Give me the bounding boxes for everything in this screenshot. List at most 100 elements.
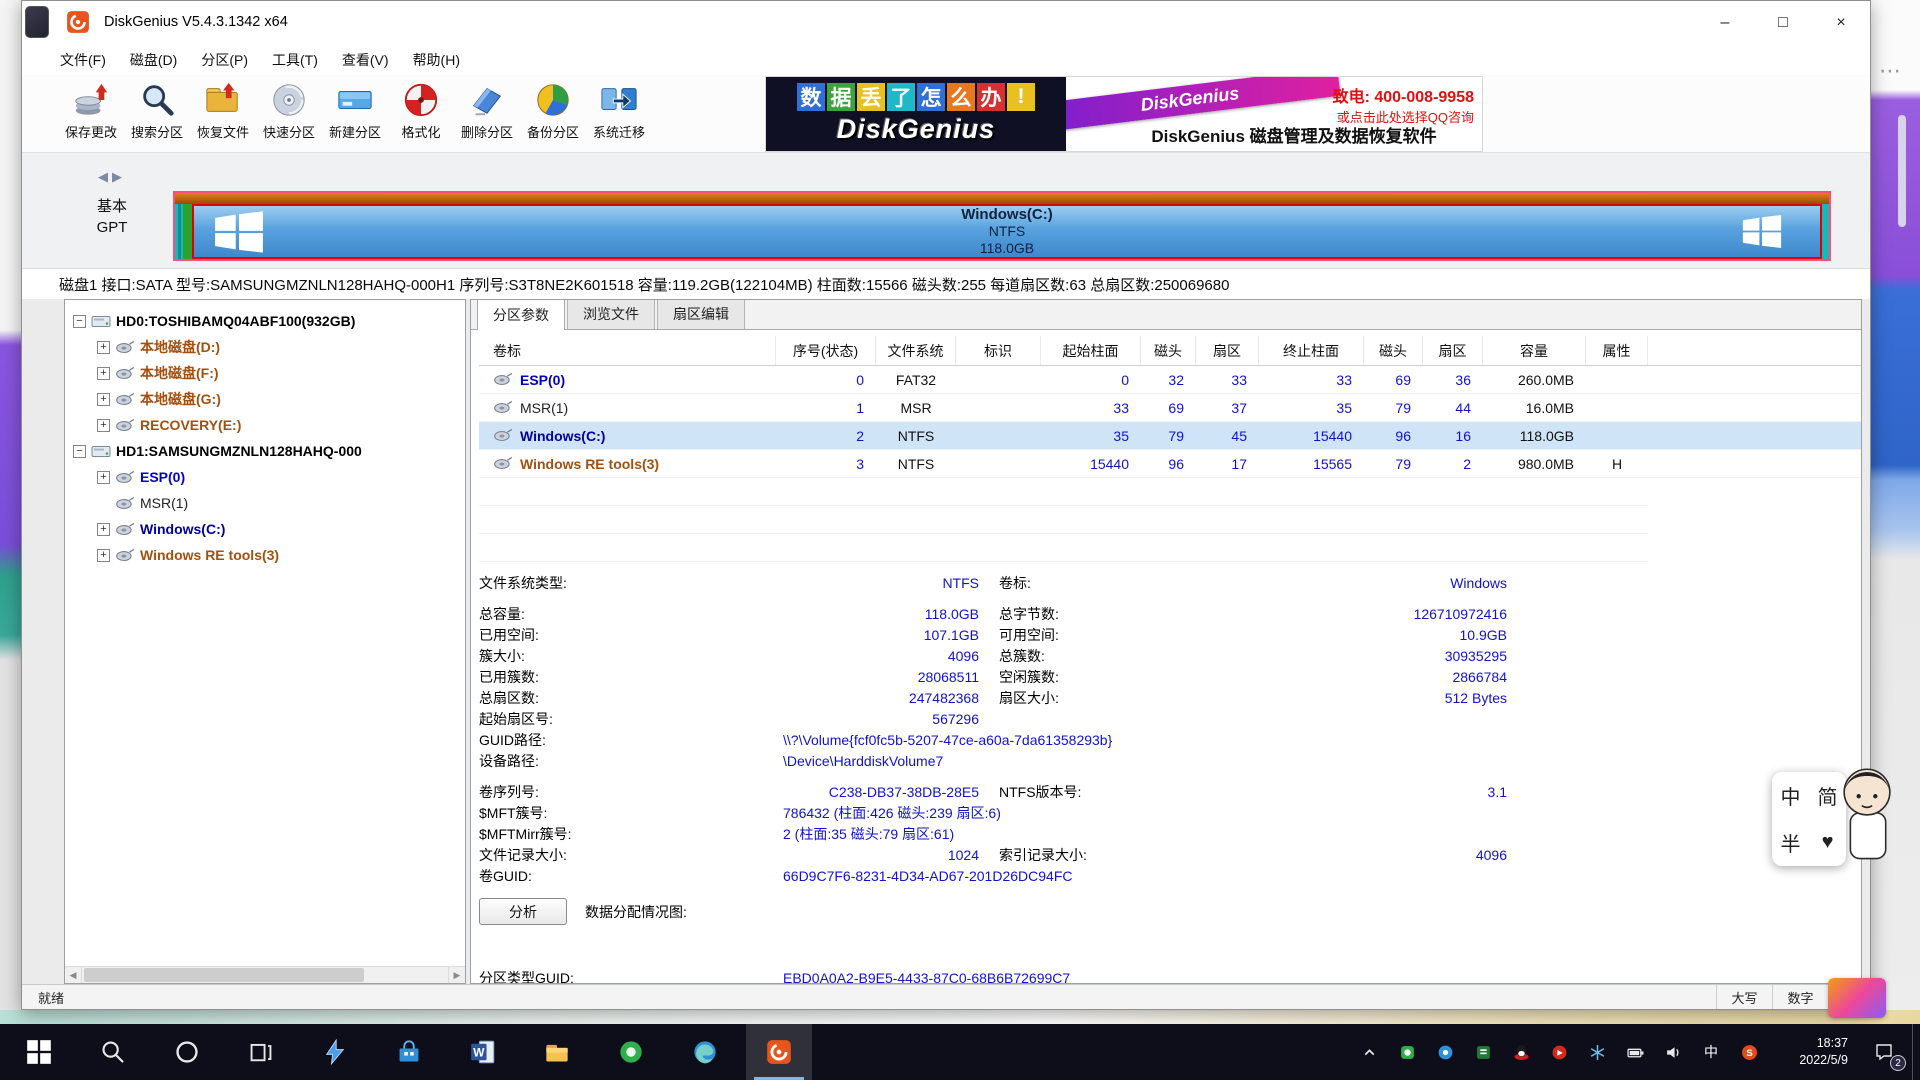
column-header[interactable]: 终止柱面 xyxy=(1259,336,1364,365)
thunder-app[interactable] xyxy=(302,1024,368,1080)
tray-qq-app[interactable] xyxy=(1502,1024,1540,1080)
table-row[interactable]: ESP(0)0FAT3203233336936260.0MB xyxy=(479,366,1861,394)
ime-heart-icon[interactable]: ♥ xyxy=(1822,831,1834,854)
cell-ss: 33 xyxy=(1196,366,1259,393)
tree-horizontal-scrollbar[interactable]: ◀▶ xyxy=(65,966,465,983)
minimize-button[interactable]: – xyxy=(1696,1,1754,45)
tree-item-0[interactable]: −HD0:TOSHIBAMQ04ABF100(932GB) xyxy=(65,308,465,334)
column-header[interactable]: 卷标 xyxy=(479,336,776,365)
menu-item-file[interactable]: 文件(F) xyxy=(48,46,118,74)
expand-icon[interactable]: + xyxy=(97,549,110,562)
tree-item-9[interactable]: +Windows RE tools(3) xyxy=(65,542,465,568)
ime-status-widget[interactable]: 中 简 半 ♥ xyxy=(1772,772,1846,866)
tree-item-7[interactable]: MSR(1) xyxy=(65,490,465,516)
expand-icon[interactable]: + xyxy=(97,471,110,484)
table-row[interactable]: MSR(1)1MSR33693735794416.0MB xyxy=(479,394,1861,422)
expand-icon[interactable]: + xyxy=(97,367,110,380)
start-button[interactable] xyxy=(6,1024,72,1080)
cortana-button[interactable] xyxy=(154,1024,220,1080)
toolbar-recover-files-button[interactable]: 恢复文件 xyxy=(190,75,256,151)
toolbar-quick-partition-button[interactable]: 快速分区 xyxy=(256,75,322,151)
edge-app[interactable] xyxy=(672,1024,738,1080)
word-app[interactable]: W xyxy=(450,1024,516,1080)
table-row[interactable]: Windows(C:)2NTFS357945154409616118.0GB xyxy=(479,422,1861,450)
tray-battery-indicator[interactable] xyxy=(1616,1024,1654,1080)
scrollbar-thumb[interactable] xyxy=(84,968,364,982)
toolbar-format-button[interactable]: 格式化 xyxy=(388,75,454,151)
collapse-icon[interactable]: − xyxy=(73,445,86,458)
tab-sector-edit[interactable]: 扇区编辑 xyxy=(657,299,745,329)
ime-charset-indicator[interactable]: 简 xyxy=(1818,781,1838,810)
tray-notes-app[interactable] xyxy=(1464,1024,1502,1080)
column-header[interactable]: 序号(状态) xyxy=(776,336,876,365)
file-explorer-app[interactable] xyxy=(524,1024,590,1080)
notification-center-button[interactable]: 2 xyxy=(1856,1024,1912,1080)
menu-item-partition[interactable]: 分区(P) xyxy=(189,46,260,74)
expand-icon[interactable]: + xyxy=(97,341,110,354)
expand-icon[interactable]: + xyxy=(97,523,110,536)
tree-item-4[interactable]: +RECOVERY(E:) xyxy=(65,412,465,438)
menu-item-view[interactable]: 查看(V) xyxy=(330,46,401,74)
toolbar-search-partition-button[interactable]: 搜索分区 xyxy=(124,75,190,151)
toolbar-save-changes-button[interactable]: 保存更改 xyxy=(58,75,124,151)
tray-expand-button[interactable] xyxy=(1350,1024,1388,1080)
analyze-button[interactable]: 分析 xyxy=(479,898,567,925)
column-header[interactable]: 扇区 xyxy=(1423,336,1483,365)
partition-block-msr[interactable] xyxy=(183,204,192,259)
collapse-icon[interactable]: − xyxy=(73,315,86,328)
column-header[interactable]: 文件系统 xyxy=(876,336,956,365)
partition-block-esp[interactable] xyxy=(175,204,183,259)
tree-item-8[interactable]: +Windows(C:) xyxy=(65,516,465,542)
tree-item-1[interactable]: +本地磁盘(D:) xyxy=(65,334,465,360)
tab-browse-files[interactable]: 浏览文件 xyxy=(567,299,655,329)
menu-item-disk[interactable]: 磁盘(D) xyxy=(118,46,189,74)
column-header[interactable]: 标识 xyxy=(956,336,1041,365)
expand-icon[interactable]: + xyxy=(97,393,110,406)
tray-sogou-app[interactable]: S xyxy=(1730,1024,1768,1080)
ime-lang-indicator[interactable]: 中 xyxy=(1781,781,1801,810)
tray-cold-app[interactable] xyxy=(1578,1024,1616,1080)
green-app[interactable] xyxy=(598,1024,664,1080)
ad-banner[interactable]: 数据丢了怎么办! DiskGenius DiskGenius 致电: 400-0… xyxy=(766,77,1482,151)
table-row[interactable]: Windows RE tools(3)3NTFS1544096171556579… xyxy=(479,450,1861,478)
column-header[interactable]: 扇区 xyxy=(1196,336,1259,365)
tree-item-5[interactable]: −HD1:SAMSUNGMZNLN128HAHQ-000 xyxy=(65,438,465,464)
show-desktop-button[interactable] xyxy=(1912,1024,1920,1080)
scroll-right-arrow-icon[interactable]: ▶ xyxy=(448,967,465,983)
tray-volume-button[interactable] xyxy=(1654,1024,1692,1080)
column-header[interactable]: 容量 xyxy=(1483,336,1586,365)
tray-sync-app[interactable] xyxy=(1426,1024,1464,1080)
detail-label: 空闲簇数: xyxy=(999,667,1229,687)
expand-icon[interactable]: + xyxy=(97,419,110,432)
maximize-button[interactable]: □ xyxy=(1754,1,1812,45)
toolbar-backup-partition-button[interactable]: 备份分区 xyxy=(520,75,586,151)
tree-item-6[interactable]: +ESP(0) xyxy=(65,464,465,490)
diskgenius-app[interactable] xyxy=(746,1024,812,1080)
disk-nav-arrows[interactable]: ◀▶ xyxy=(80,169,144,185)
column-header[interactable]: 起始柱面 xyxy=(1041,336,1141,365)
task-view-button[interactable] xyxy=(228,1024,294,1080)
tree-item-3[interactable]: +本地磁盘(G:) xyxy=(65,386,465,412)
scroll-left-arrow-icon[interactable]: ◀ xyxy=(65,967,82,983)
ime-width-indicator[interactable]: 半 xyxy=(1781,828,1801,857)
partition-block-windows-c[interactable]: Windows(C:) NTFS 118.0GB xyxy=(192,204,1822,259)
toolbar-new-partition-button[interactable]: 新建分区 xyxy=(322,75,388,151)
close-button[interactable]: × xyxy=(1812,1,1870,45)
column-header[interactable]: 磁头 xyxy=(1141,336,1196,365)
partition-icon xyxy=(115,392,135,407)
tray-security-app[interactable] xyxy=(1388,1024,1426,1080)
tree-item-2[interactable]: +本地磁盘(F:) xyxy=(65,360,465,386)
toolbar-system-migrate-button[interactable]: 系统迁移 xyxy=(586,75,652,151)
tab-partition-params[interactable]: 分区参数 xyxy=(477,299,565,330)
toolbar-delete-partition-button[interactable]: 删除分区 xyxy=(454,75,520,151)
tray-music-app[interactable] xyxy=(1540,1024,1578,1080)
menu-item-tools[interactable]: 工具(T) xyxy=(260,46,330,74)
search-button[interactable] xyxy=(80,1024,146,1080)
partition-block-re-tools[interactable] xyxy=(1822,204,1829,259)
tray-ime-indicator[interactable]: 中 xyxy=(1692,1024,1730,1080)
menu-item-help[interactable]: 帮助(H) xyxy=(401,46,472,74)
store-app[interactable] xyxy=(376,1024,442,1080)
taskbar-clock[interactable]: 18:37 2022/5/9 xyxy=(1768,1035,1856,1069)
column-header[interactable]: 磁头 xyxy=(1364,336,1423,365)
column-header[interactable]: 属性 xyxy=(1586,336,1648,365)
